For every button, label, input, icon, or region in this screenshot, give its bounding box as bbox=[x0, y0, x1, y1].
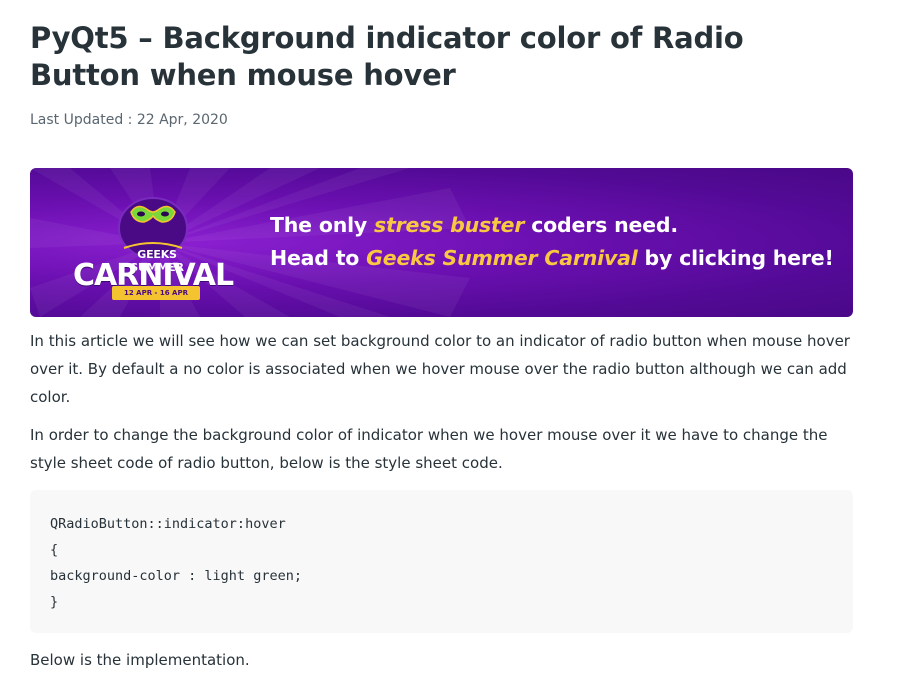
carnival-logo: GEEKS SUMMER CARNIVAL 12 APR - 16 APR bbox=[68, 190, 238, 300]
banner-line-2-pre: Head to bbox=[270, 246, 367, 270]
banner-line-1-pre: The only bbox=[270, 213, 375, 237]
logo-dates-ribbon: 12 APR - 16 APR bbox=[112, 286, 200, 300]
article-title: PyQt5 – Background indicator color of Ra… bbox=[30, 21, 744, 92]
code-line: background-color : light green; bbox=[50, 568, 302, 584]
article-paragraph-stylesheet: In order to change the background color … bbox=[30, 426, 828, 472]
banner-line-2-highlight: Geeks Summer Carnival bbox=[366, 246, 638, 270]
banner-line-1-highlight: stress buster bbox=[374, 213, 525, 237]
carnival-banner[interactable]: GEEKS SUMMER CARNIVAL 12 APR - 16 APR Th… bbox=[30, 168, 853, 317]
code-line: { bbox=[50, 542, 59, 558]
banner-line-1-post: coders need. bbox=[524, 213, 678, 237]
article-paragraph-intro: In this article we will see how we can s… bbox=[30, 332, 850, 406]
banner-message[interactable]: The only stress buster coders need. Head… bbox=[270, 209, 834, 275]
banner-line-2: Head to Geeks Summer Carnival by clickin… bbox=[270, 242, 834, 275]
code-block[interactable]: QRadioButton::indicator:hover { backgrou… bbox=[30, 490, 853, 633]
banner-line-1: The only stress buster coders need. bbox=[270, 209, 834, 242]
article: PyQt5 – Background indicator color of Ra… bbox=[30, 0, 853, 674]
article-paragraph-implementation: Below is the implementation. bbox=[30, 651, 250, 669]
code-line: QRadioButton::indicator:hover bbox=[50, 516, 286, 532]
last-updated: Last Updated : 22 Apr, 2020 bbox=[30, 112, 228, 128]
code-line: } bbox=[50, 594, 59, 610]
banner-line-2-post: by clicking here! bbox=[637, 246, 834, 270]
